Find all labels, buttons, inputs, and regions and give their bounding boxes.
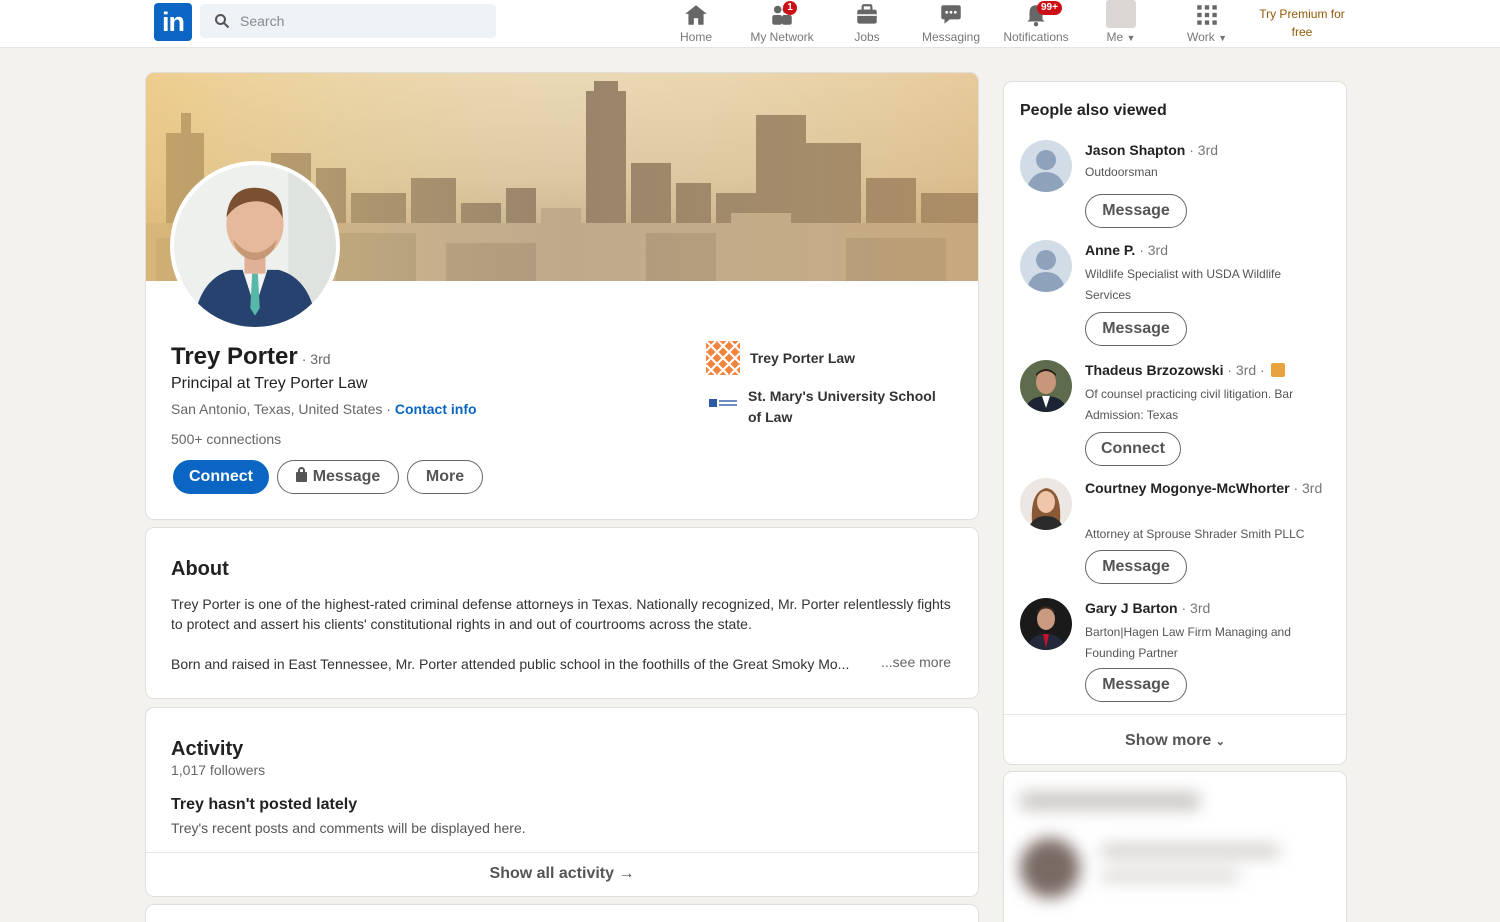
nav-work[interactable]: Work ▼ bbox=[1180, 0, 1234, 48]
next-section-card bbox=[146, 905, 978, 922]
nav-notifications-label: Notifications bbox=[1003, 30, 1069, 44]
nav-messaging[interactable]: Messaging bbox=[918, 0, 984, 48]
message-button[interactable]: Message bbox=[1085, 550, 1187, 584]
show-more-label: Show more bbox=[1125, 732, 1212, 749]
connection-degree: · 3rd bbox=[301, 351, 331, 367]
message-button[interactable]: Message bbox=[1085, 668, 1187, 702]
messaging-icon bbox=[941, 5, 961, 24]
premium-link[interactable]: Try Premium for free bbox=[1252, 5, 1352, 41]
profile-photo[interactable] bbox=[170, 161, 340, 331]
nav-my-network[interactable]: 1 My Network bbox=[742, 0, 822, 48]
nav-jobs-label: Jobs bbox=[854, 30, 880, 44]
person-degree: · 3rd · bbox=[1227, 362, 1265, 378]
people-also-viewed-title: People also viewed bbox=[1020, 102, 1167, 119]
company-name[interactable]: Trey Porter Law bbox=[750, 350, 970, 366]
person-name[interactable]: Gary J Barton bbox=[1085, 600, 1178, 616]
linkedin-logo[interactable]: in bbox=[154, 3, 192, 41]
connections-count: 500+ connections bbox=[171, 431, 282, 447]
connect-button[interactable]: Connect bbox=[1085, 432, 1181, 466]
person-name[interactable]: Anne P. bbox=[1085, 242, 1135, 258]
activity-empty-title: Trey hasn't posted lately bbox=[171, 796, 358, 813]
person-degree: · 3rd bbox=[1181, 600, 1211, 616]
about-title: About bbox=[171, 558, 229, 580]
chevron-down-icon: ▼ bbox=[1126, 33, 1136, 43]
nav-home-label: Home bbox=[679, 30, 712, 44]
message-button[interactable]: Message bbox=[277, 460, 399, 494]
search-icon bbox=[215, 14, 230, 29]
network-badge: 1 bbox=[783, 1, 797, 15]
avatar[interactable] bbox=[1020, 360, 1072, 412]
search-box[interactable] bbox=[200, 4, 496, 38]
nav-work-label: Work bbox=[1186, 30, 1215, 44]
location-text: San Antonio, Texas, United States · bbox=[171, 401, 391, 417]
profile-name-text: Trey Porter bbox=[171, 343, 298, 370]
person-degree: · 3rd bbox=[1139, 242, 1168, 258]
profile-headline: Principal at Trey Porter Law bbox=[171, 375, 368, 392]
lock-icon bbox=[295, 467, 307, 482]
person-headline: Outdoorsman bbox=[1085, 165, 1158, 179]
top-navigation: in Home 1 My Network Jobs Messaging 99+ … bbox=[0, 0, 1500, 48]
profile-location: San Antonio, Texas, United States · Cont… bbox=[171, 401, 477, 417]
me-avatar bbox=[1106, 0, 1136, 28]
nav-messaging-label: Messaging bbox=[921, 30, 981, 44]
avatar[interactable] bbox=[1020, 478, 1072, 530]
profile-card: Trey Porter · 3rd Principal at Trey Porte… bbox=[146, 73, 978, 519]
about-paragraph-1: Trey Porter is one of the highest-rated … bbox=[171, 596, 951, 632]
person-headline: Attorney at Sprouse Shrader Smith PLLC bbox=[1085, 527, 1305, 541]
show-all-activity-link[interactable]: Show all activity → bbox=[146, 852, 978, 896]
school-logo[interactable] bbox=[706, 386, 740, 420]
person-name[interactable]: Courtney Mogonye-McWhorter bbox=[1085, 480, 1290, 496]
nav-my-network-label: My Network bbox=[750, 30, 814, 44]
company-logo[interactable] bbox=[706, 341, 740, 375]
nav-notifications[interactable]: 99+ Notifications bbox=[996, 0, 1076, 48]
message-button[interactable]: Message bbox=[1085, 194, 1187, 228]
blurred-content bbox=[1020, 788, 1320, 918]
connect-button[interactable]: Connect bbox=[173, 460, 269, 494]
person-headline: Barton|Hagen Law Firm Managing and Found… bbox=[1085, 625, 1291, 660]
school-name[interactable]: St. Mary's University School of Law bbox=[748, 386, 948, 428]
jobs-icon bbox=[857, 4, 877, 24]
show-more-button[interactable]: Show more ⌄ bbox=[1004, 714, 1346, 764]
avatar[interactable] bbox=[1020, 598, 1072, 650]
nav-me[interactable]: Me ▼ bbox=[1100, 0, 1142, 48]
message-button-label: Message bbox=[312, 468, 381, 485]
contact-info-link[interactable]: Contact info bbox=[395, 401, 477, 417]
nav-me-label: Me bbox=[1106, 30, 1124, 44]
nav-home[interactable]: Home bbox=[670, 0, 722, 48]
people-also-viewed-card: People also viewed Jason Shapton · 3rd O… bbox=[1004, 82, 1346, 764]
chevron-down-icon: ⌄ bbox=[1215, 736, 1225, 748]
person-name[interactable]: Thadeus Brzozowski bbox=[1085, 362, 1223, 378]
about-paragraph-2: Born and raised in East Tennessee, Mr. P… bbox=[171, 656, 850, 672]
activity-empty-text: Trey's recent posts and comments will be… bbox=[171, 820, 526, 836]
person-degree: · 3rd bbox=[1189, 142, 1219, 158]
blurred-card bbox=[1004, 772, 1346, 922]
followers-count: 1,017 followers bbox=[171, 762, 266, 778]
see-more-link[interactable]: ...see more bbox=[881, 654, 951, 670]
activity-title: Activity bbox=[171, 738, 244, 760]
activity-card: Activity 1,017 followers Trey hasn't pos… bbox=[146, 708, 978, 896]
about-card: About Trey Porter is one of the highest-… bbox=[146, 528, 978, 698]
linkedin-premium-icon bbox=[1270, 363, 1285, 377]
person-headline: Of counsel practicing civil litigation. … bbox=[1085, 387, 1294, 422]
avatar[interactable] bbox=[1020, 140, 1072, 192]
search-input[interactable] bbox=[240, 4, 490, 38]
person-name[interactable]: Jason Shapton bbox=[1085, 142, 1185, 158]
avatar[interactable] bbox=[1020, 240, 1072, 292]
grid-icon bbox=[1197, 5, 1217, 25]
message-button[interactable]: Message bbox=[1085, 312, 1187, 346]
nav-jobs[interactable]: Jobs bbox=[842, 0, 892, 48]
profile-photo-image bbox=[174, 165, 336, 327]
notifications-badge: 99+ bbox=[1037, 1, 1062, 15]
home-icon bbox=[685, 5, 707, 25]
chevron-down-icon: ▼ bbox=[1218, 33, 1228, 43]
person-headline: Wildlife Specialist with USDA Wildlife S… bbox=[1085, 267, 1282, 302]
more-button[interactable]: More bbox=[407, 460, 483, 494]
profile-name: Trey Porter · 3rd bbox=[171, 343, 331, 371]
person-degree: · 3rd bbox=[1293, 480, 1323, 496]
